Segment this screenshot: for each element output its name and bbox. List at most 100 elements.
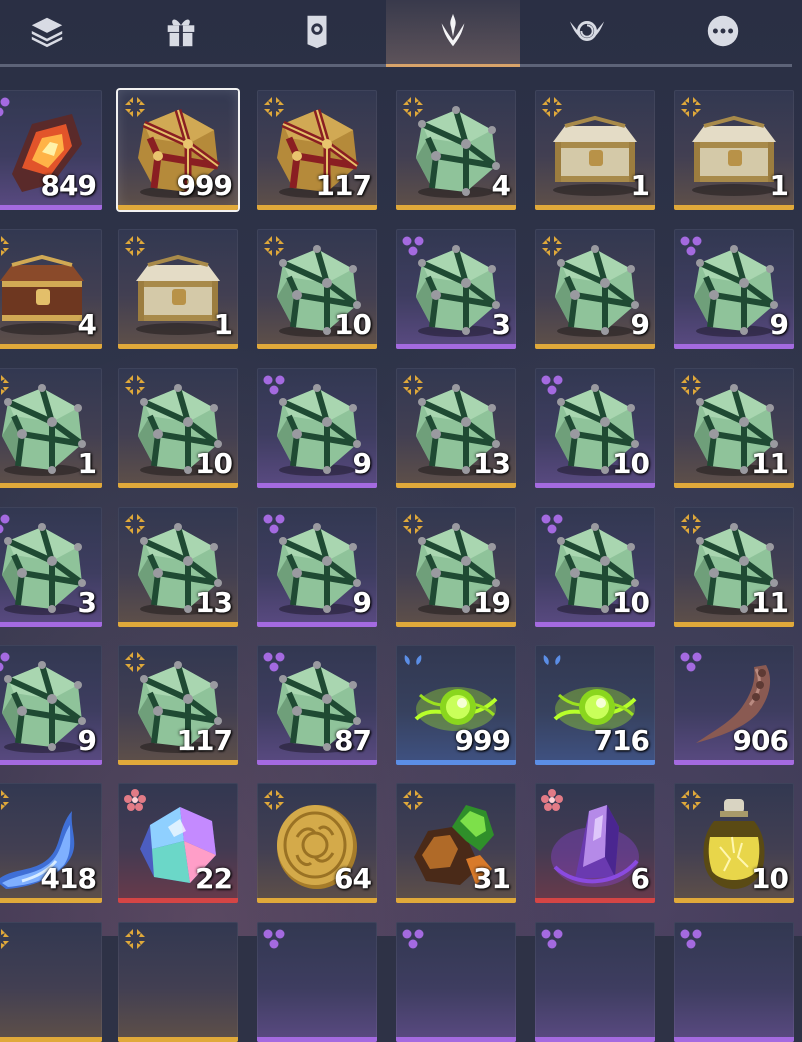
gold-rarity-icon [678, 787, 704, 813]
inventory-slot[interactable]: 1 [535, 90, 655, 210]
inventory-slot[interactable]: 9 [0, 645, 102, 765]
inventory-slot[interactable]: 6 [535, 783, 655, 903]
inventory-slot[interactable]: 1 [0, 368, 102, 488]
item-quantity: 117 [315, 169, 372, 202]
inventory-slot[interactable]: 9 [257, 368, 377, 488]
inventory-slot[interactable]: 1 [118, 229, 238, 349]
inventory-slot[interactable]: 999 [118, 90, 238, 210]
gold-rarity-icon [261, 94, 287, 120]
purple-rarity-icon [0, 94, 12, 120]
inventory-slot[interactable] [118, 922, 238, 1042]
item-quantity: 22 [195, 862, 233, 895]
rarity-bar [674, 205, 794, 210]
inventory-slot[interactable]: 13 [396, 368, 516, 488]
inventory-slot[interactable]: 4 [0, 229, 102, 349]
item-quantity: 9 [352, 586, 373, 619]
item-quantity: 906 [732, 724, 789, 757]
rarity-bar [118, 483, 238, 488]
inventory-slot[interactable]: 10 [257, 229, 377, 349]
inventory-slot[interactable]: 3 [396, 229, 516, 349]
inventory-slot[interactable]: 117 [257, 90, 377, 210]
rarity-bar [674, 622, 794, 627]
purple-rarity-icon [678, 926, 704, 952]
rarity-bar [396, 622, 516, 627]
rarity-bar [535, 622, 655, 627]
rarity-bar [257, 898, 377, 903]
item-quantity: 3 [491, 308, 512, 341]
inventory-slot[interactable]: 9 [535, 229, 655, 349]
rarity-bar [257, 483, 377, 488]
inventory-grid: 849 999 117 4 1 1 4 1 10 3 9 9 1 10 9 13 10 11 3 13 9 19 10 11 9… [0, 0, 802, 1042]
item-quantity: 11 [751, 447, 789, 480]
gold-rarity-icon [400, 511, 426, 537]
purple-rarity-icon [0, 649, 12, 675]
inventory-slot[interactable]: 87 [257, 645, 377, 765]
rarity-bar [674, 344, 794, 349]
purple-rarity-icon [539, 372, 565, 398]
inventory-slot[interactable]: 11 [674, 507, 794, 627]
item-quantity: 4 [491, 169, 512, 202]
purple-rarity-icon [678, 649, 704, 675]
rarity-bar [674, 898, 794, 903]
inventory-slot[interactable]: 31 [396, 783, 516, 903]
rarity-bar [118, 344, 238, 349]
item-quantity: 87 [334, 724, 372, 757]
inventory-slot[interactable]: 10 [118, 368, 238, 488]
item-quantity: 4 [77, 308, 98, 341]
rarity-bar [674, 483, 794, 488]
red-rarity-icon [539, 787, 565, 813]
inventory-slot[interactable]: 22 [118, 783, 238, 903]
inventory-slot[interactable]: 10 [674, 783, 794, 903]
inventory-slot[interactable]: 9 [257, 507, 377, 627]
inventory-slot[interactable]: 4 [396, 90, 516, 210]
inventory-slot[interactable]: 64 [257, 783, 377, 903]
inventory-slot[interactable] [257, 922, 377, 1042]
purple-rarity-icon [261, 926, 287, 952]
item-quantity: 6 [630, 862, 651, 895]
inventory-slot[interactable]: 906 [674, 645, 794, 765]
inventory-slot[interactable]: 849 [0, 90, 102, 210]
item-quantity: 1 [213, 308, 234, 341]
item-quantity: 13 [195, 586, 233, 619]
inventory-slot[interactable]: 10 [535, 368, 655, 488]
item-quantity: 418 [40, 862, 97, 895]
inventory-slot[interactable]: 13 [118, 507, 238, 627]
inventory-slot[interactable] [535, 922, 655, 1042]
inventory-slot[interactable]: 19 [396, 507, 516, 627]
item-quantity: 1 [769, 169, 790, 202]
gold-rarity-icon [400, 94, 426, 120]
inventory-slot[interactable]: 1 [674, 90, 794, 210]
gold-rarity-icon [122, 233, 148, 259]
gold-rarity-icon [261, 787, 287, 813]
rarity-bar [396, 344, 516, 349]
item-quantity: 64 [334, 862, 372, 895]
inventory-slot[interactable] [674, 922, 794, 1042]
inventory-slot[interactable]: 3 [0, 507, 102, 627]
partial-icon [0, 936, 92, 1032]
inventory-slot[interactable]: 716 [535, 645, 655, 765]
inventory-slot[interactable]: 11 [674, 368, 794, 488]
rarity-bar [0, 898, 102, 903]
gold-rarity-icon [122, 94, 148, 120]
item-quantity: 849 [40, 169, 97, 202]
rarity-bar [674, 1037, 794, 1042]
inventory-slot[interactable]: 418 [0, 783, 102, 903]
inventory-slot[interactable]: 117 [118, 645, 238, 765]
rarity-bar [257, 205, 377, 210]
rarity-bar [118, 760, 238, 765]
red-rarity-icon [122, 787, 148, 813]
inventory-slot[interactable]: 999 [396, 645, 516, 765]
inventory-slot[interactable] [396, 922, 516, 1042]
purple-rarity-icon [400, 233, 426, 259]
inventory-slot[interactable] [0, 922, 102, 1042]
item-quantity: 3 [77, 586, 98, 619]
rarity-bar [535, 483, 655, 488]
rarity-bar [257, 344, 377, 349]
rarity-bar [535, 898, 655, 903]
item-quantity: 10 [195, 447, 233, 480]
rarity-bar [0, 344, 102, 349]
rarity-bar [396, 1037, 516, 1042]
inventory-slot[interactable]: 10 [535, 507, 655, 627]
inventory-slot[interactable]: 9 [674, 229, 794, 349]
purple-rarity-icon [400, 926, 426, 952]
